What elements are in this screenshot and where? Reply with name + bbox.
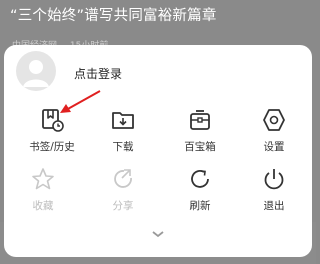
annotation-arrow-icon (60, 90, 101, 113)
avatar-icon[interactable] (16, 51, 56, 91)
toolbox-icon (190, 110, 210, 130)
menu-item-label: 退出 (263, 200, 285, 212)
menu-item-refresh[interactable]: 刷新 (172, 166, 228, 213)
refresh-icon (191, 170, 209, 188)
menu-item-label: 百宝箱 (184, 141, 216, 153)
star-icon (32, 168, 54, 190)
menu-item-label: 刷新 (189, 200, 211, 212)
menu-item-favorite[interactable]: 收藏 (15, 166, 71, 213)
menu-item-settings[interactable]: 设置 (246, 107, 302, 154)
menu-item-label: 下载 (112, 141, 134, 153)
login-label[interactable]: 点击登录 (74, 65, 122, 82)
chevron-down-icon[interactable] (150, 229, 166, 239)
download-icon (112, 112, 134, 129)
menu-item-label: 分享 (112, 200, 134, 212)
menu-item-label: 设置 (263, 141, 285, 153)
user-login-row[interactable] (16, 47, 56, 95)
menu-item-share[interactable]: 分享 (95, 166, 151, 213)
settings-icon (263, 109, 285, 131)
background-headline: “三个始终”谱写共同富裕新篇章 (10, 8, 217, 24)
menu-item-label: 收藏 (32, 200, 54, 212)
share-icon (114, 169, 132, 188)
menu-item-toolbox[interactable]: 百宝箱 (172, 107, 228, 154)
power-icon (264, 169, 284, 190)
menu-item-label: 书签/历史 (29, 141, 75, 153)
menu-sheet: 点击登录 书签/历史 下载 百宝箱 设置 收藏 分享 刷新 退出 (4, 45, 312, 257)
menu-item-exit[interactable]: 退出 (246, 166, 302, 213)
